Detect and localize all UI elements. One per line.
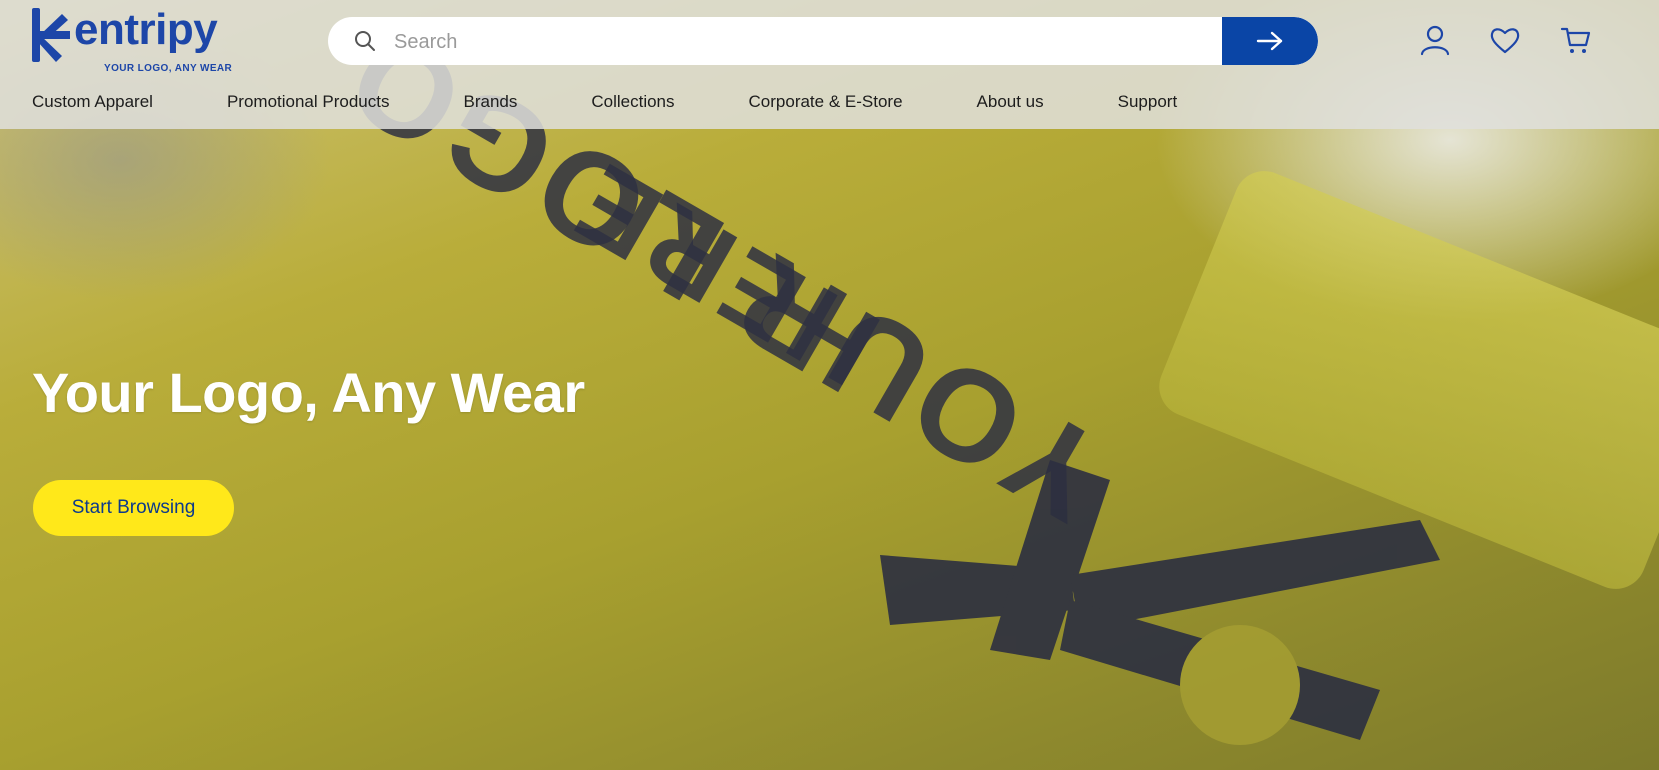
nav-item-collections[interactable]: Collections <box>591 92 674 116</box>
logo-mark-icon <box>32 8 70 62</box>
nav-item-brands[interactable]: Brands <box>463 92 517 116</box>
search-icon <box>355 31 375 51</box>
heart-icon <box>1490 28 1520 54</box>
search-input[interactable] <box>392 17 1236 65</box>
account-button[interactable] <box>1419 24 1451 56</box>
cart-button[interactable] <box>1560 24 1592 56</box>
shirt-print-text: HERE <box>551 137 899 410</box>
brand-name: entripy <box>74 5 218 54</box>
brand-logo[interactable]: entripy YOUR LOGO, ANY WEAR <box>32 5 233 74</box>
user-icon <box>1420 25 1450 56</box>
shirt-print-logo-mark <box>880 460 1440 745</box>
brand-tagline: YOUR LOGO, ANY WEAR <box>104 63 233 74</box>
nav-item-about-us[interactable]: About us <box>977 92 1044 116</box>
search-submit-button[interactable] <box>1222 17 1318 65</box>
nav-item-promotional-products[interactable]: Promotional Products <box>227 92 390 116</box>
nav-item-corporate-e-store[interactable]: Corporate & E-Store <box>749 92 903 116</box>
hero-title: Your Logo, Any Wear <box>32 361 585 424</box>
search-bar <box>328 17 1318 65</box>
arrow-right-icon <box>1256 31 1283 51</box>
nav-item-support[interactable]: Support <box>1118 92 1178 116</box>
site-header: entripy YOUR LOGO, ANY WEAR Search Custo… <box>0 0 1659 129</box>
cart-icon <box>1560 27 1591 53</box>
nav-item-custom-apparel[interactable]: Custom Apparel <box>32 92 153 116</box>
start-browsing-button[interactable]: Start Browsing <box>33 480 234 536</box>
main-navigation: Custom Apparel Promotional Products Bran… <box>32 92 1251 116</box>
wishlist-button[interactable] <box>1489 24 1521 56</box>
